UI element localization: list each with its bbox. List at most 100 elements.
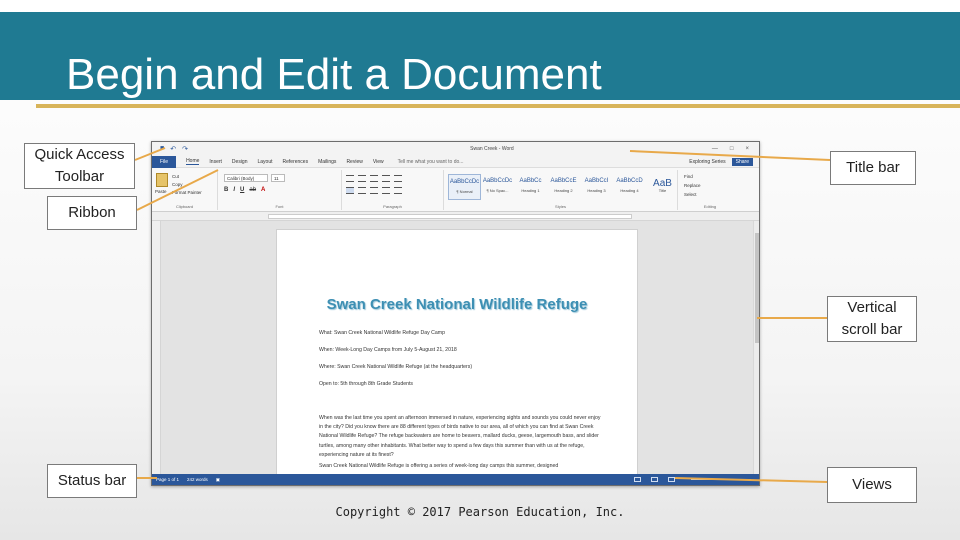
align-right-icon[interactable] xyxy=(370,187,378,194)
tab-view[interactable]: View xyxy=(373,159,384,165)
cut-button[interactable]: Cut xyxy=(172,174,179,179)
page-count[interactable]: Page 1 of 1 xyxy=(156,477,179,483)
style-heading-2[interactable]: AaBbCcE Heading 2 xyxy=(547,174,580,200)
doc-paragraph-2: Swan Creek National Wildlife Refuge is o… xyxy=(319,463,559,469)
word-count[interactable]: 242 words xyxy=(187,477,208,483)
copy-button[interactable]: Copy xyxy=(172,182,183,187)
zoom-slider[interactable] xyxy=(691,479,751,480)
italic-icon[interactable]: I xyxy=(233,187,235,193)
close-icon[interactable]: × xyxy=(745,146,749,152)
tab-review[interactable]: Review xyxy=(346,159,362,165)
find-button[interactable]: Find xyxy=(684,174,693,179)
font-name-select[interactable]: Calibri (Body) xyxy=(224,174,268,182)
user-name[interactable]: Exploring Series xyxy=(689,159,725,165)
style-name: Heading 1 xyxy=(521,188,540,193)
style-name: Title xyxy=(658,188,667,193)
style-no-spacing[interactable]: AaBbCcDc ¶ No Spac... xyxy=(481,174,514,200)
document-heading: Swan Creek National Wildlife Refuge xyxy=(326,296,588,313)
bullets-icon[interactable] xyxy=(346,175,354,182)
doc-line-where: Where: Swan Creek National Wildlife Refu… xyxy=(319,364,473,370)
style-title[interactable]: AaB Title xyxy=(646,174,679,200)
clipboard-label: Clipboard xyxy=(175,204,194,209)
style-heading-4[interactable]: AaBbCcD Heading 4 xyxy=(613,174,646,200)
style-preview: AaBbCcE xyxy=(550,178,577,184)
font-size-select[interactable]: 11 xyxy=(271,174,285,182)
decrease-indent-icon[interactable] xyxy=(382,175,390,182)
style-name: Heading 3 xyxy=(587,188,606,193)
vertical-ruler[interactable] xyxy=(152,221,161,475)
callout-title-bar: Title bar xyxy=(830,151,916,185)
styles-group: AaBbCcDc ¶ Normal AaBbCcDc ¶ No Spac... Aa… xyxy=(444,170,678,210)
tab-references[interactable]: References xyxy=(283,159,309,165)
align-center-icon[interactable] xyxy=(358,187,366,194)
font-group: Calibri (Body) 11 B I U ab A Font xyxy=(218,170,342,210)
horizontal-ruler[interactable] xyxy=(152,212,759,221)
text-color-icon[interactable]: A xyxy=(261,187,265,193)
numbering-icon[interactable] xyxy=(358,175,366,182)
window-controls: — □ × xyxy=(712,146,759,152)
format-painter-button[interactable]: Format Painter xyxy=(172,190,202,195)
tab-file[interactable]: File xyxy=(152,155,177,168)
word-title-bar: ■ ↶ ↷ Swan Creek - Word — □ × xyxy=(152,142,759,156)
word-window: ■ ↶ ↷ Swan Creek - Word — □ × File Home … xyxy=(151,141,760,486)
underline-icon[interactable]: U xyxy=(240,187,244,193)
justify-icon[interactable] xyxy=(382,187,390,194)
replace-button[interactable]: Replace xyxy=(684,183,701,188)
style-normal[interactable]: AaBbCcDc ¶ Normal xyxy=(448,174,481,200)
tell-me-input[interactable]: Tell me what you want to do... xyxy=(398,159,464,165)
callout-vertical-scroll-bar: Vertical scroll bar xyxy=(827,296,917,342)
undo-icon[interactable]: ↶ xyxy=(170,145,176,153)
style-preview: AaBbCcD xyxy=(616,178,643,184)
doc-paragraph: When was the last time you spent an afte… xyxy=(319,415,601,458)
view-buttons xyxy=(634,477,759,482)
style-preview: AaBbCc xyxy=(519,178,542,184)
proofing-icon[interactable]: ▣ xyxy=(216,477,220,483)
style-preview: AaBbCcDc xyxy=(482,178,513,184)
style-heading-1[interactable]: AaBbCc Heading 1 xyxy=(514,174,547,200)
editing-label: Editing xyxy=(703,204,717,209)
select-button[interactable]: Select xyxy=(684,192,697,197)
paste-icon[interactable] xyxy=(156,173,168,187)
align-buttons xyxy=(346,187,402,194)
status-bar: Page 1 of 1 242 words ▣ xyxy=(152,474,759,485)
share-button[interactable]: Share xyxy=(731,157,753,166)
callout-status-bar: Status bar xyxy=(47,464,137,498)
redo-icon[interactable]: ↷ xyxy=(182,145,188,153)
style-heading-3[interactable]: AaBbCcI Heading 3 xyxy=(580,174,613,200)
styles-label: Styles xyxy=(555,204,566,209)
callout-views: Views xyxy=(827,467,917,503)
align-left-icon[interactable] xyxy=(346,187,354,194)
tab-mailings[interactable]: Mailings xyxy=(318,159,336,165)
doc-line-when: When: Week-Long Day Camps from July 5-Au… xyxy=(319,347,457,353)
document-page[interactable]: Swan Creek National Wildlife Refuge What… xyxy=(276,229,638,485)
tab-insert[interactable]: Insert xyxy=(209,159,222,165)
vertical-scrollbar[interactable] xyxy=(753,221,759,475)
save-icon[interactable]: ■ xyxy=(160,145,164,153)
line-spacing-icon[interactable] xyxy=(394,187,402,194)
quick-access-toolbar: ■ ↶ ↷ xyxy=(152,145,272,153)
strikethrough-icon[interactable]: ab xyxy=(249,187,256,193)
paste-button[interactable]: Paste xyxy=(155,189,167,194)
style-preview: AaBbCcDc xyxy=(449,179,480,185)
style-name: Heading 2 xyxy=(554,188,573,193)
clipboard-group: Paste Cut Copy Format Painter Clipboard xyxy=(152,170,218,210)
tab-layout[interactable]: Layout xyxy=(258,159,273,165)
maximize-icon[interactable]: □ xyxy=(730,146,734,152)
document-area: Swan Creek National Wildlife Refuge What… xyxy=(152,221,759,485)
tab-design[interactable]: Design xyxy=(232,159,248,165)
editing-group: Find Replace Select Editing xyxy=(678,170,742,210)
style-preview: AaBbCcI xyxy=(584,178,609,184)
bold-icon[interactable]: B xyxy=(224,187,228,193)
increase-indent-icon[interactable] xyxy=(394,175,402,182)
minimize-icon[interactable]: — xyxy=(712,146,718,152)
multilevel-icon[interactable] xyxy=(370,175,378,182)
copyright-footer: Copyright © 2017 Pearson Education, Inc. xyxy=(335,505,625,519)
read-mode-icon[interactable] xyxy=(634,477,641,482)
tab-home[interactable]: Home xyxy=(186,158,200,165)
style-preview: AaB xyxy=(653,178,672,189)
style-name: ¶ Normal xyxy=(456,189,473,194)
style-name: Heading 4 xyxy=(620,188,639,193)
print-layout-icon[interactable] xyxy=(651,477,658,482)
scrollbar-thumb[interactable] xyxy=(755,233,759,343)
web-layout-icon[interactable] xyxy=(668,477,675,482)
